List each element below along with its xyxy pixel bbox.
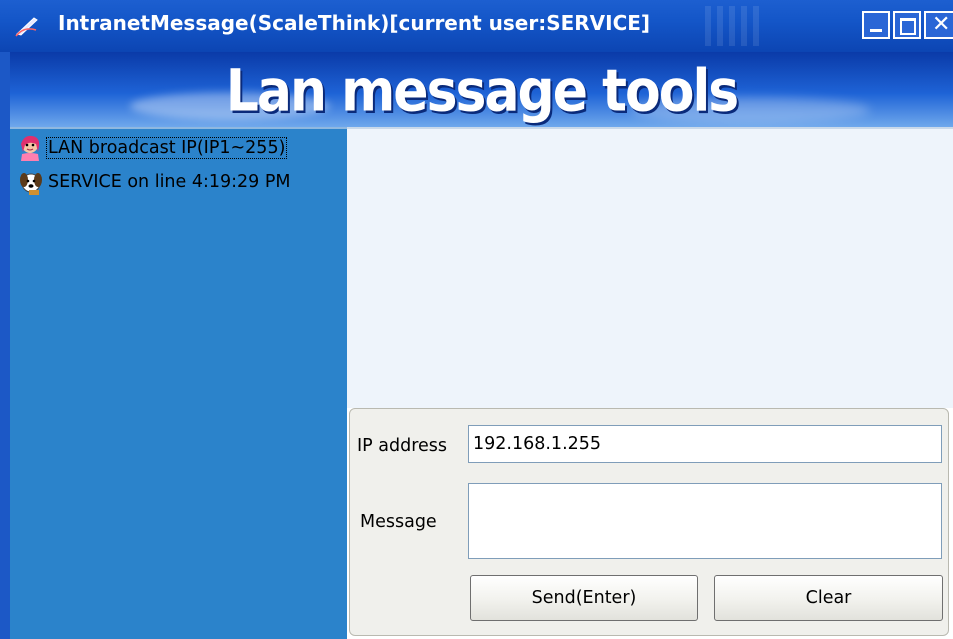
maximize-button[interactable] [893,11,921,39]
ip-address-input[interactable] [468,425,942,463]
girl-avatar-icon [21,135,40,161]
user-list[interactable]: LAN broadcast IP(IP1~255) SERVICE on lin… [10,127,347,639]
title-bar-decoration [705,6,765,46]
title-bar[interactable]: IntranetMessage(ScaleThink)[current user… [0,0,953,52]
window-title: IntranetMessage(ScaleThink)[current user… [58,11,651,35]
close-button[interactable]: ✕ [924,11,953,39]
ip-address-label: IP address [357,436,448,456]
list-item[interactable]: SERVICE on line 4:19:29 PM [16,168,293,196]
app-window: IntranetMessage(ScaleThink)[current user… [0,0,953,639]
message-input-panel: IP address Message Send(Enter) Clear [349,408,949,636]
list-item[interactable]: LAN broadcast IP(IP1~255) [16,134,288,162]
pen-icon [15,17,38,37]
clear-button[interactable]: Clear [714,575,943,621]
message-label: Message [360,512,437,532]
message-input[interactable] [468,483,942,559]
banner: Lan message tools [10,52,953,127]
dog-avatar-icon [20,173,42,195]
banner-title: Lan message tools [225,58,739,126]
send-button[interactable]: Send(Enter) [470,575,698,621]
list-item-label: LAN broadcast IP(IP1~255) [46,137,288,159]
window-frame-left [0,52,10,639]
list-item-label: SERVICE on line 4:19:29 PM [48,172,291,192]
minimize-button[interactable] [862,11,890,39]
close-icon: ✕ [932,12,951,37]
message-display-area[interactable] [347,127,953,408]
